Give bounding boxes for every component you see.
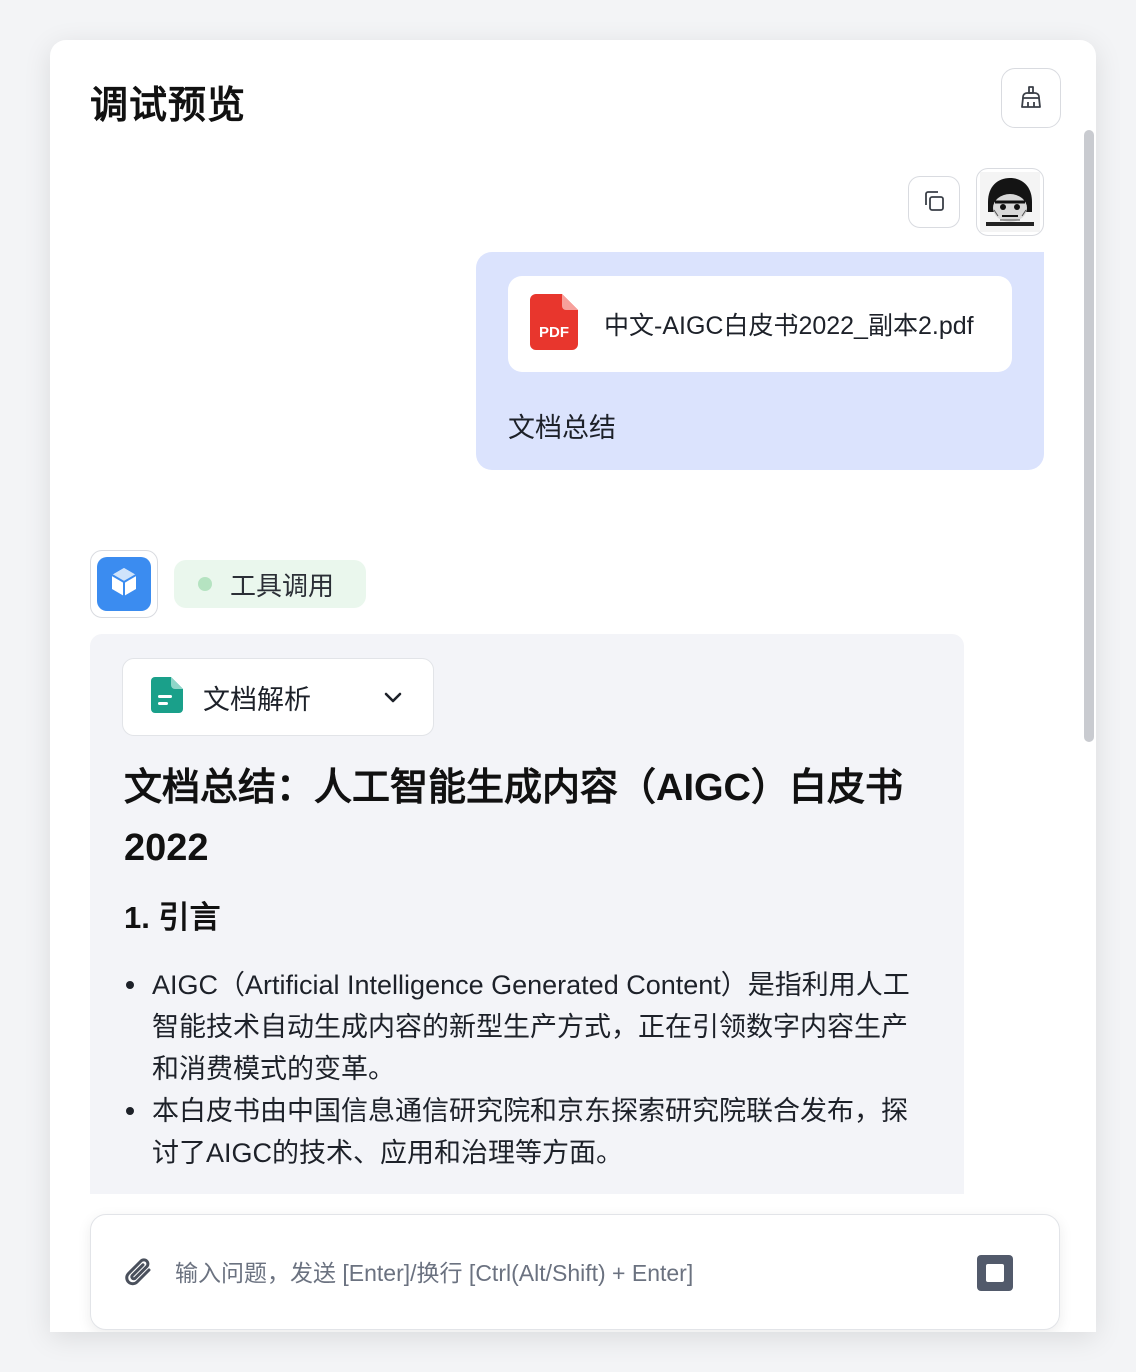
list-item: AIGC（Artificial Intelligence Generated C… xyxy=(124,964,934,1090)
paperclip-icon xyxy=(121,1258,157,1294)
chevron-down-icon[interactable] xyxy=(381,685,405,714)
list-item: 本白皮书由中国信息通信研究院和京东探索研究院联合发布，探讨了AIGC的技术、应用… xyxy=(124,1090,934,1174)
stop-icon xyxy=(986,1264,1004,1282)
summary-bullet-list: AIGC（Artificial Intelligence Generated C… xyxy=(124,964,934,1174)
page-title: 调试预览 xyxy=(90,85,247,127)
chat-composer xyxy=(90,1214,1060,1330)
pdf-file-icon: PDF xyxy=(530,293,580,355)
clear-chat-button[interactable] xyxy=(1001,68,1061,128)
stop-generation-button[interactable] xyxy=(977,1255,1013,1291)
copy-message-button[interactable] xyxy=(908,176,960,228)
scrollbar[interactable] xyxy=(1084,130,1094,742)
summary-heading: 文档总结：人工智能生成内容（AIGC）白皮书2022 xyxy=(124,767,904,869)
copy-icon xyxy=(921,188,947,217)
attach-file-button[interactable] xyxy=(121,1255,157,1294)
bot-avatar xyxy=(90,550,158,618)
status-dot xyxy=(198,577,212,591)
chat-input[interactable] xyxy=(175,1245,935,1301)
cube-icon xyxy=(107,565,141,604)
bot-message-card: 文档解析 文档总结：人工智能生成内容（AIGC）白皮书2022 1. 引言 AI… xyxy=(90,634,964,1194)
tool-call-badge: 工具调用 xyxy=(174,560,366,608)
document-parse-label: 文档解析 xyxy=(203,684,311,715)
pdf-icon-text: PDF xyxy=(539,324,569,341)
user-message-bubble: PDF 中文-AIGC白皮书2022_副本2.pdf 文档总结 xyxy=(476,252,1044,470)
document-icon xyxy=(151,676,183,718)
user-message-text: 文档总结 xyxy=(508,413,616,443)
file-name: 中文-AIGC白皮书2022_副本2.pdf xyxy=(604,312,974,340)
debug-preview-panel: 调试预览 PDF 中文-AIGC白皮书2022_副本2.pdf 文档总结 工具调… xyxy=(50,40,1096,1332)
section-heading: 1. 引言 xyxy=(124,900,221,935)
broom-icon xyxy=(1018,84,1044,113)
attached-file-card[interactable]: PDF 中文-AIGC白皮书2022_副本2.pdf xyxy=(508,276,1012,372)
user-avatar xyxy=(976,168,1044,236)
document-parse-toggle[interactable]: 文档解析 xyxy=(122,658,434,736)
tool-call-label: 工具调用 xyxy=(230,570,335,601)
